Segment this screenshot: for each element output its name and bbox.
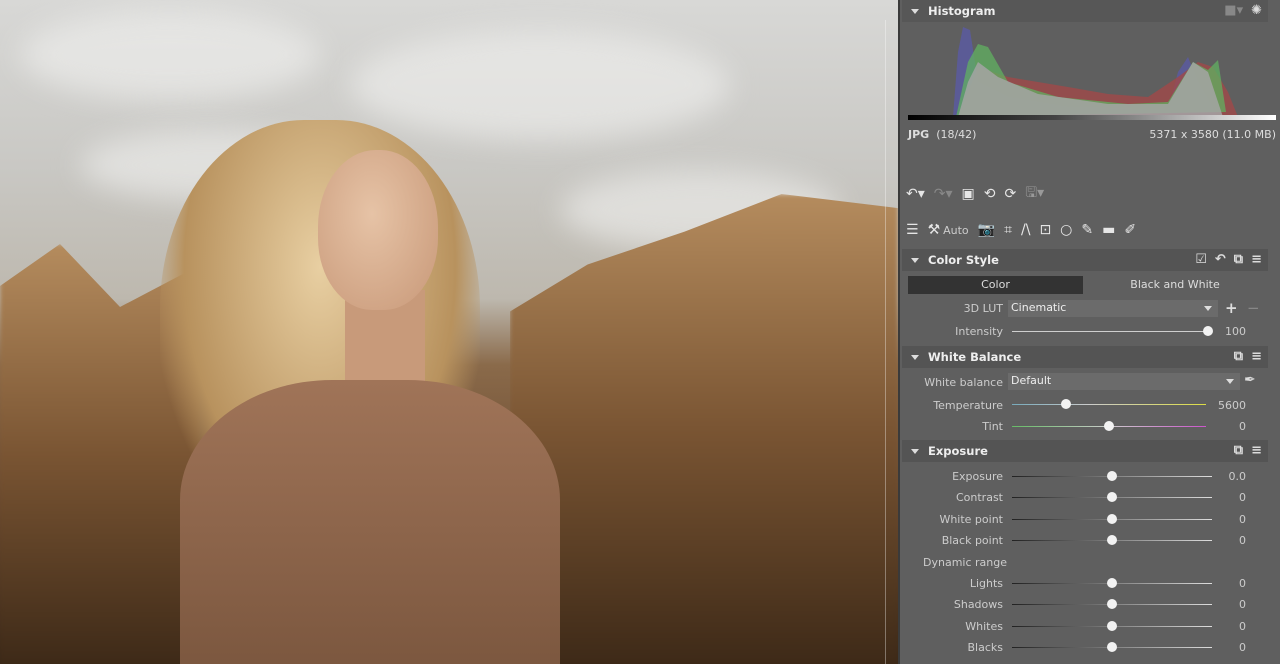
eraser-icon[interactable]: ✐	[1124, 222, 1136, 238]
redo-icon[interactable]: ↷▾	[934, 186, 953, 202]
slider-label: Blacks	[967, 641, 1004, 654]
adjustment-slider[interactable]	[1012, 642, 1212, 652]
slider-thumb[interactable]	[1107, 599, 1117, 609]
menu-icon[interactable]: ≡	[1251, 443, 1262, 458]
rotate-right-icon[interactable]: ⟳	[1005, 186, 1017, 202]
slider-value[interactable]: 0	[1239, 641, 1246, 654]
reset-icon[interactable]: ↶	[1215, 252, 1226, 267]
tab-black-and-white[interactable]: Black and White	[1085, 276, 1265, 294]
slider-label: Lights	[969, 577, 1003, 590]
lut-label: 3D LUT	[963, 302, 1003, 315]
rotate-left-icon[interactable]: ⟲	[984, 186, 996, 202]
adjustment-slider[interactable]	[1012, 514, 1212, 524]
right-panel: Histogram ■▾ ✺ JPG (18/42) 5371 x 3580 (1…	[900, 0, 1280, 664]
slider-value[interactable]: 0	[1239, 598, 1246, 611]
section-title: Color Style	[928, 253, 999, 267]
color-style-header[interactable]: Color Style ☑ ↶ ⧉ ≡	[902, 249, 1268, 271]
tint-label: Tint	[982, 420, 1003, 433]
copy-icon[interactable]: ⧉	[1234, 252, 1243, 267]
auto-button[interactable]: Auto	[943, 224, 969, 237]
copy-icon[interactable]: ⧉	[1234, 349, 1243, 364]
section-title: Exposure	[928, 444, 988, 458]
adjustments-icon[interactable]: ☰	[906, 222, 919, 238]
file-index: (18/42)	[936, 128, 977, 141]
file-format: JPG	[908, 128, 930, 141]
histogram-header[interactable]: Histogram ■▾ ✺	[902, 0, 1268, 22]
settings-icon[interactable]: ✺	[1251, 3, 1262, 18]
collapse-icon[interactable]	[911, 8, 919, 14]
slider-label: White point	[939, 513, 1003, 526]
section-title: White Balance	[928, 350, 1022, 364]
temperature-slider[interactable]	[1012, 399, 1206, 409]
slider-value[interactable]: 0	[1239, 620, 1246, 633]
crop-icon[interactable]: ⌗	[1004, 222, 1012, 238]
histogram-chart	[908, 27, 1276, 120]
brush-icon[interactable]: ✎	[1081, 222, 1093, 238]
slider-label: Black point	[941, 534, 1003, 547]
subject-face	[318, 150, 438, 310]
slider-value[interactable]: 0	[1239, 577, 1246, 590]
hist-gradient	[908, 115, 1276, 120]
gradient-icon[interactable]: ▬	[1102, 222, 1115, 238]
tint-value[interactable]: 0	[1239, 420, 1246, 433]
slider-label: Contrast	[955, 491, 1003, 504]
perspective-icon[interactable]: /\	[1021, 222, 1030, 238]
slider-label: Whites	[965, 620, 1003, 633]
slider-value[interactable]: 0.0	[1229, 470, 1247, 483]
slider-thumb[interactable]	[1107, 578, 1117, 588]
radial-filter-icon[interactable]: ○	[1060, 222, 1072, 238]
remove-lut-icon[interactable]: −	[1247, 299, 1260, 317]
temperature-label: Temperature	[933, 399, 1003, 412]
menu-icon[interactable]: ≡	[1251, 349, 1262, 364]
photo-preview[interactable]	[0, 0, 898, 664]
camera-icon[interactable]: 📷	[978, 222, 995, 238]
adjustment-slider[interactable]	[1012, 492, 1212, 502]
intensity-slider[interactable]	[1012, 326, 1213, 336]
slider-thumb[interactable]	[1107, 642, 1117, 652]
eyedropper-icon[interactable]: ✒	[1244, 372, 1256, 388]
undo-icon[interactable]: ↶▾	[906, 186, 925, 202]
slider-thumb[interactable]	[1107, 621, 1117, 631]
save-icon[interactable]: 🖫▾	[1025, 182, 1044, 206]
slider-label: Exposure	[952, 470, 1003, 483]
slider-thumb[interactable]	[1107, 492, 1117, 502]
adjustment-slider[interactable]	[1012, 621, 1212, 631]
add-lut-icon[interactable]: +	[1225, 299, 1238, 317]
exposure-header[interactable]: Exposure ⧉ ≡	[902, 440, 1268, 462]
file-dimensions: 5371 x 3580 (11.0 MB)	[1149, 128, 1276, 141]
mask-icon[interactable]: ■▾	[1224, 3, 1243, 18]
tint-slider[interactable]	[1012, 421, 1206, 431]
subject-body	[180, 380, 560, 664]
tab-color[interactable]: Color	[908, 276, 1083, 294]
copy-icon[interactable]: ⧉	[1234, 443, 1243, 458]
wb-label: White balance	[924, 376, 1003, 389]
lut-dropdown[interactable]: Cinematic	[1008, 300, 1218, 317]
temperature-value[interactable]: 5600	[1218, 399, 1246, 412]
slider-thumb[interactable]	[1107, 514, 1117, 524]
menu-icon[interactable]: ≡	[1251, 252, 1262, 267]
adjustment-slider[interactable]	[1012, 578, 1212, 588]
slider-thumb[interactable]	[1107, 471, 1117, 481]
original-image-icon[interactable]: ▣	[962, 186, 975, 202]
white-balance-header[interactable]: White Balance ⧉ ≡	[902, 346, 1268, 368]
adjustment-slider[interactable]	[1012, 599, 1212, 609]
auto-wand-icon[interactable]: ⚒	[928, 222, 941, 238]
slider-value[interactable]: 0	[1239, 491, 1246, 504]
checkbox-icon[interactable]: ☑	[1195, 252, 1207, 267]
text-box-icon[interactable]: ⊡	[1039, 222, 1051, 238]
intensity-value[interactable]: 100	[1225, 325, 1246, 338]
adjustment-slider[interactable]	[1012, 471, 1212, 481]
histogram-title: Histogram	[928, 4, 996, 18]
dynamic-range-label: Dynamic range	[923, 556, 1007, 569]
adjustment-slider[interactable]	[1012, 535, 1212, 545]
wb-dropdown[interactable]: Default	[1008, 373, 1240, 390]
slider-value[interactable]: 0	[1239, 534, 1246, 547]
intensity-label: Intensity	[955, 325, 1003, 338]
preview-scrollbar[interactable]	[885, 20, 895, 664]
slider-value[interactable]: 0	[1239, 513, 1246, 526]
slider-label: Shadows	[953, 598, 1003, 611]
slider-thumb[interactable]	[1107, 535, 1117, 545]
